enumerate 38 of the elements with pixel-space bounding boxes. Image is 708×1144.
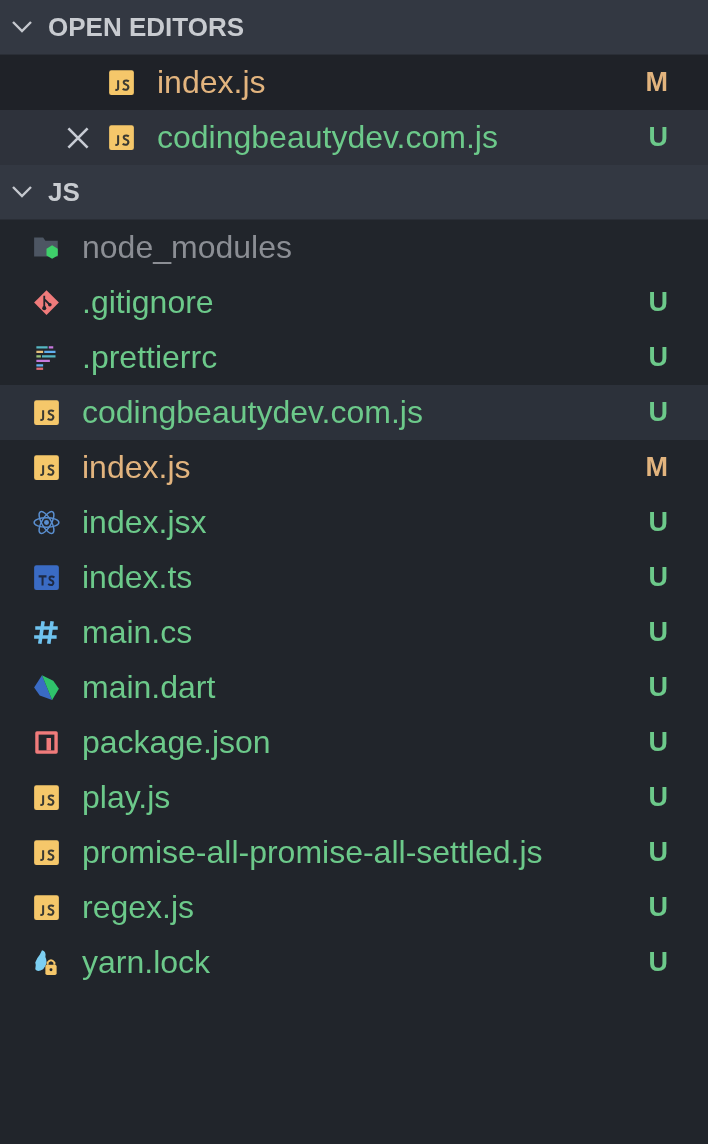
git-status: U — [648, 727, 668, 758]
file-name: index.ts — [82, 559, 194, 596]
file-name: regex.js — [82, 889, 196, 926]
git-status: U — [648, 782, 668, 813]
section-header[interactable]: OPEN EDITORS — [0, 0, 708, 55]
file-name: codingbeautydev.com.js — [157, 119, 499, 156]
file-name: .prettierrc — [82, 339, 219, 376]
file-name: .gitignore — [82, 284, 215, 321]
file-name: node_modules — [82, 229, 293, 266]
file-name: index.js — [82, 449, 192, 486]
git-status: U — [648, 672, 668, 703]
file-row[interactable]: codingbeautydev.com.js U — [0, 110, 708, 165]
file-row[interactable]: codingbeautydev.com.js U — [0, 385, 708, 440]
git-status: U — [648, 892, 668, 923]
git-status: M — [645, 452, 668, 483]
file-name: index.js — [157, 64, 267, 101]
file-name: codingbeautydev.com.js — [82, 394, 424, 431]
git-status: U — [648, 837, 668, 868]
close-icon[interactable] — [66, 125, 90, 150]
git-status: U — [648, 342, 668, 373]
git-status: U — [648, 947, 668, 978]
section-title: OPEN EDITORS — [48, 11, 244, 43]
git-status: U — [648, 562, 668, 593]
section-title: JS — [48, 176, 80, 208]
git-status: U — [648, 287, 668, 318]
file-name: main.cs — [82, 614, 194, 651]
file-name: package.json — [82, 724, 272, 761]
file-name: main.dart — [82, 669, 217, 706]
file-name: yarn.lock — [82, 944, 212, 981]
git-status: M — [645, 67, 668, 98]
git-status: U — [648, 122, 668, 153]
file-name: promise-all-promise-all-settled.js — [82, 834, 544, 871]
git-status: U — [648, 397, 668, 428]
file-name: index.jsx — [82, 504, 208, 541]
git-status: U — [648, 617, 668, 648]
section-header[interactable]: JS — [0, 165, 708, 220]
file-name: play.js — [82, 779, 172, 816]
git-status: U — [648, 507, 668, 538]
